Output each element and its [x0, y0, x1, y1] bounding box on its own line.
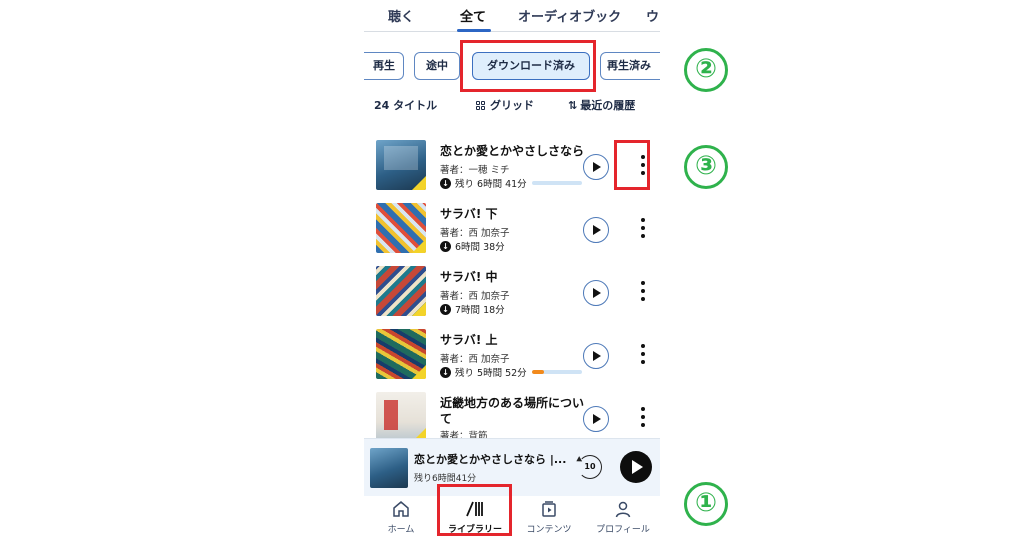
more-options-icon[interactable]: [640, 280, 646, 302]
list-item[interactable]: サラバ! 上 著者：西 加奈子 ↓ 残り 5時間 52分: [376, 329, 660, 385]
content-icon: [512, 500, 586, 520]
annotation-highlight-library: [437, 484, 512, 536]
book-meta: ↓ 残り 6時間 41分: [440, 176, 582, 190]
book-duration: 残り 5時間 52分: [455, 368, 527, 379]
book-title: サラバ! 中: [440, 270, 498, 284]
sort-icon: ⇅: [568, 99, 578, 112]
book-author: 著者：一穂 ミチ: [440, 165, 510, 176]
filter-chip-finished[interactable]: 再生済み: [600, 52, 660, 80]
grid-label: グリッド: [490, 99, 534, 112]
downloaded-icon: ↓: [440, 240, 451, 252]
play-button[interactable]: [583, 343, 609, 369]
profile-icon: [586, 500, 660, 520]
tab-active-indicator: [457, 29, 491, 32]
annotation-badge-3: ③: [684, 145, 728, 189]
book-meta: ↓ 残り 5時間 52分: [440, 365, 582, 379]
play-button[interactable]: [583, 154, 609, 180]
book-duration: 残り 6時間 41分: [455, 179, 527, 190]
mini-player-remaining: 残り6時間41分: [414, 474, 477, 484]
more-options-icon[interactable]: [640, 343, 646, 365]
nav-content[interactable]: コンテンツ: [512, 500, 586, 535]
book-meta: ↓ 7時間 18分: [440, 302, 505, 316]
book-duration: 6時間 38分: [455, 242, 505, 253]
play-button[interactable]: [583, 217, 609, 243]
book-cover: [376, 266, 426, 316]
book-author: 著者：西 加奈子: [440, 228, 510, 239]
home-icon: [364, 500, 438, 520]
book-author: 著者：西 加奈子: [440, 354, 510, 365]
nav-home-label: ホーム: [387, 525, 415, 535]
book-cover: [376, 392, 426, 442]
book-duration: 7時間 18分: [455, 305, 505, 316]
filter-chip-in-progress[interactable]: 途中: [414, 52, 460, 80]
annotation-badge-1: ①: [684, 482, 728, 526]
nav-content-label: コンテンツ: [526, 525, 572, 535]
book-title: サラバ! 下: [440, 207, 498, 221]
book-cover: [376, 329, 426, 379]
grid-icon: [476, 101, 485, 110]
more-options-icon[interactable]: [640, 406, 646, 428]
book-cover: [376, 203, 426, 253]
play-button[interactable]: [583, 406, 609, 432]
list-item[interactable]: サラバ! 中 著者：西 加奈子 ↓ 7時間 18分: [376, 266, 660, 322]
play-button[interactable]: [583, 280, 609, 306]
downloaded-icon: ↓: [440, 303, 451, 315]
book-title: 恋とか愛とかやさしさなら: [440, 144, 585, 158]
rewind-10-icon[interactable]: 10: [578, 455, 602, 479]
tab-cut-off[interactable]: ウ: [646, 6, 659, 25]
grid-view-button[interactable]: グリッド: [476, 97, 534, 113]
filter-chip-unplayed[interactable]: 再生: [364, 52, 404, 80]
annotation-highlight-more: [614, 140, 650, 190]
book-title-line2: て: [440, 412, 453, 426]
book-cover: [376, 140, 426, 190]
annotation-highlight-downloaded: [460, 40, 596, 92]
nav-home[interactable]: ホーム: [364, 500, 438, 535]
tab-all[interactable]: 全て: [460, 6, 486, 25]
book-title: サラバ! 上: [440, 333, 498, 347]
nav-profile[interactable]: プロフィール: [586, 500, 660, 535]
bottom-nav: ホーム ライブラリー コンテンツ プロフィール: [364, 496, 660, 538]
progress-bar: [531, 370, 582, 374]
downloaded-icon: ↓: [440, 366, 451, 378]
book-title: 近畿地方のある場所につい: [440, 396, 585, 410]
mini-player[interactable]: 恋とか愛とかやさしさなら |... 残り6時間41分 10: [364, 438, 660, 496]
title-count: 24 タイトル: [374, 99, 438, 112]
tab-listen[interactable]: 聴く: [388, 6, 414, 25]
mini-player-title: 恋とか愛とかやさしさなら |...: [414, 453, 567, 466]
tab-audiobook[interactable]: オーディオブック: [518, 6, 621, 25]
book-meta: ↓ 6時間 38分: [440, 239, 505, 253]
list-item[interactable]: サラバ! 下 著者：西 加奈子 ↓ 6時間 38分: [376, 203, 660, 259]
sort-button[interactable]: ⇅ 最近の履歴: [568, 97, 635, 113]
top-tab-bar: 聴く 全て オーディオブック ウ: [364, 0, 660, 32]
mini-player-play-button[interactable]: [620, 451, 652, 483]
downloaded-icon: ↓: [440, 177, 451, 189]
book-author: 著者：西 加奈子: [440, 291, 510, 302]
sort-label: 最近の履歴: [580, 99, 636, 112]
mini-player-cover: [370, 448, 408, 488]
annotation-badge-2: ②: [684, 48, 728, 92]
nav-profile-label: プロフィール: [596, 525, 650, 535]
progress-bar: [531, 181, 582, 185]
more-options-icon[interactable]: [640, 217, 646, 239]
